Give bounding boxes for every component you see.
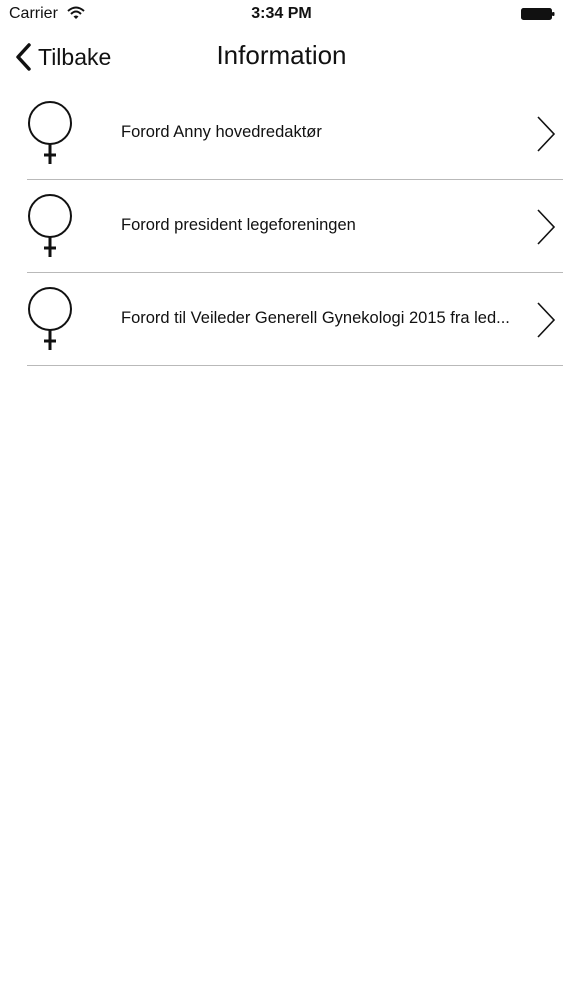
- chevron-right-icon: [537, 116, 556, 152]
- status-time: 3:34 PM: [251, 5, 312, 22]
- list-item-label: Forord Anny hovedredaktør: [121, 123, 322, 141]
- chevron-right-icon: [537, 302, 556, 338]
- list-item-forord-anny[interactable]: Forord Anny hovedredaktør: [0, 87, 563, 180]
- female-symbol-icon: [28, 101, 72, 164]
- list-item-forord-veileder[interactable]: Forord til Veileder Generell Gynekologi …: [0, 273, 563, 366]
- female-symbol-icon: [28, 194, 72, 257]
- information-list: Forord Anny hovedredaktør Forord preside…: [0, 87, 563, 366]
- page-title: Information: [216, 40, 347, 70]
- list-item-label: Forord til Veileder Generell Gynekologi …: [121, 309, 510, 327]
- female-symbol-icon: [28, 287, 72, 350]
- navigation-bar: Tilbake Information: [0, 30, 563, 88]
- chevron-right-icon: [537, 209, 556, 245]
- row-separator: [27, 365, 563, 366]
- battery-icon: [521, 8, 555, 20]
- screen: Carrier 3:34 PM Tilbake Information Foro…: [0, 0, 563, 1000]
- status-bar: Carrier 3:34 PM: [0, 0, 563, 30]
- list-item-label: Forord president legeforeningen: [121, 216, 356, 234]
- list-item-forord-president[interactable]: Forord president legeforeningen: [0, 180, 563, 273]
